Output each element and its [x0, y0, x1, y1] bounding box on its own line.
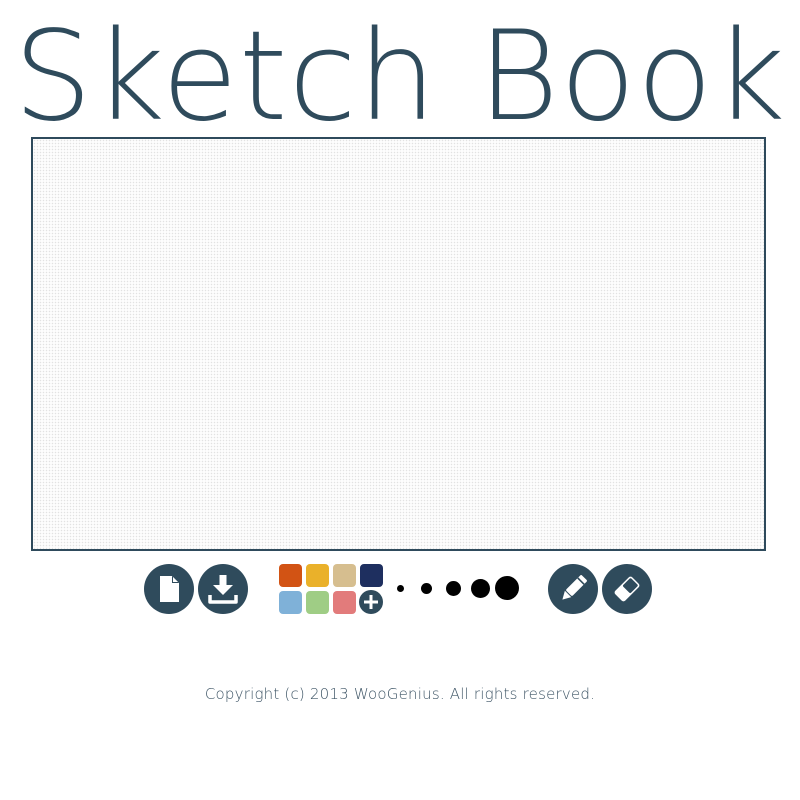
- color-swatch[interactable]: [279, 564, 302, 587]
- brush-size-option[interactable]: [420, 582, 432, 594]
- color-swatch[interactable]: [279, 591, 302, 614]
- color-swatch[interactable]: [333, 564, 356, 587]
- eraser-icon: [614, 576, 640, 602]
- app-title: Sketch Book: [14, 5, 787, 132]
- brush-size-option[interactable]: [445, 580, 461, 596]
- download-button[interactable]: [198, 564, 248, 614]
- color-swatch[interactable]: [306, 591, 329, 614]
- pencil-icon: [562, 575, 587, 600]
- file-icon: [160, 576, 179, 602]
- copyright-text: Copyright (c) 2013 WooGenius. All rights…: [204, 685, 596, 703]
- eraser-button[interactable]: [602, 564, 652, 614]
- page-title: Sketch Book: [14, 5, 787, 132]
- plus-icon: [364, 595, 378, 609]
- toolbar: [0, 560, 800, 620]
- add-color-button[interactable]: [359, 590, 383, 614]
- download-icon: [208, 575, 238, 604]
- color-swatch[interactable]: [306, 564, 329, 587]
- pencil-button[interactable]: [548, 564, 598, 614]
- new-file-button[interactable]: [144, 564, 194, 614]
- color-swatch[interactable]: [333, 591, 356, 614]
- brush-size-option[interactable]: [495, 576, 519, 600]
- brush-size-option[interactable]: [396, 584, 404, 592]
- color-swatch[interactable]: [360, 564, 383, 587]
- brush-size-option[interactable]: [470, 578, 490, 598]
- drawing-canvas[interactable]: [31, 137, 766, 551]
